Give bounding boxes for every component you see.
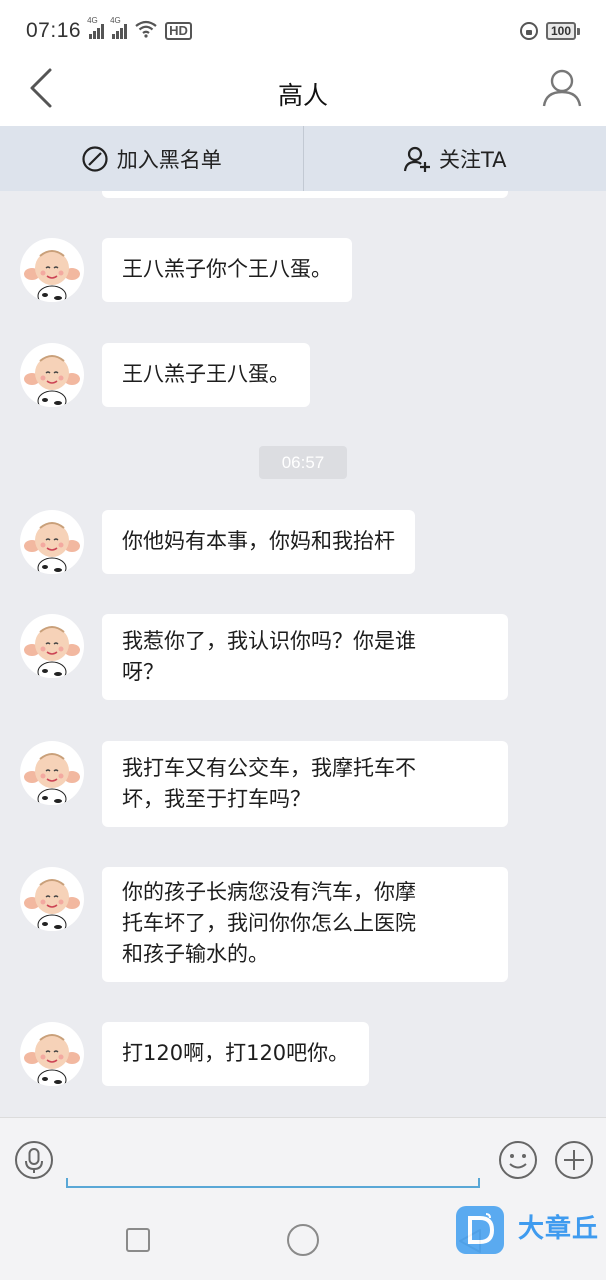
- message-bubble[interactable]: 我打车又有公交车，我摩托车不 坏，我至于打车吗？: [102, 741, 508, 827]
- follow-button[interactable]: 关注TA: [304, 126, 606, 191]
- avatar[interactable]: [20, 510, 84, 574]
- home-button[interactable]: [287, 1224, 319, 1256]
- chat-area[interactable]: 王八羔子你个王八蛋。 王八羔子王八蛋。 06:57 你他妈有本事，你妈和我抬杆 …: [0, 191, 606, 1117]
- avatar[interactable]: [20, 343, 84, 407]
- user-icon: [542, 69, 582, 107]
- rotation-lock-icon: [519, 22, 538, 40]
- network-type-label: 4G: [87, 16, 98, 25]
- follow-label: 关注TA: [438, 147, 507, 172]
- status-time: 07:16: [26, 19, 82, 42]
- avatar[interactable]: [20, 1022, 84, 1086]
- page-title: 高人: [277, 81, 328, 110]
- message-bubble[interactable]: 你他妈有本事，你妈和我抬杆: [102, 510, 415, 574]
- message-text: 我惹你了，我认识你吗？你是谁 呀？: [122, 629, 416, 684]
- action-bar: 加入黑名单 关注TA: [0, 126, 606, 191]
- previous-message-bubble: [102, 191, 508, 198]
- cartoon-avatar-icon: [24, 522, 80, 574]
- battery-level: 100: [545, 22, 576, 40]
- cartoon-avatar-icon: [24, 355, 80, 407]
- time-separator: 06:57: [259, 446, 347, 479]
- hd-voice-icon: HD: [165, 22, 192, 40]
- watermark: 大章丘: [456, 1206, 602, 1258]
- message-text: 打120啊，打120吧你。: [122, 1041, 350, 1065]
- blacklist-button[interactable]: 加入黑名单: [0, 126, 303, 191]
- recent-apps-button[interactable]: [126, 1228, 150, 1252]
- cartoon-avatar-icon: [24, 879, 80, 931]
- microphone-icon: [15, 1141, 53, 1179]
- avatar[interactable]: [20, 867, 84, 931]
- avatar[interactable]: [20, 741, 84, 805]
- voice-button[interactable]: [14, 1140, 54, 1180]
- message-text: 王八羔子你个王八蛋。: [122, 257, 332, 281]
- input-bar: [0, 1117, 606, 1200]
- nav-bar: 高人: [0, 62, 606, 126]
- message-text: 你的孩子长病您没有汽车，你摩 托车坏了，我问你你怎么上医院 和孩子输水的。: [122, 880, 416, 966]
- status-left: 07:16 4G 4G HD: [26, 16, 192, 43]
- back-button[interactable]: [22, 66, 66, 110]
- blacklist-label: 加入黑名单: [116, 147, 222, 172]
- more-button[interactable]: [554, 1140, 594, 1180]
- avatar[interactable]: [20, 614, 84, 678]
- status-right: 100: [519, 22, 580, 40]
- message-text: 王八羔子王八蛋。: [122, 362, 290, 386]
- plus-icon: [555, 1141, 593, 1179]
- message-bubble[interactable]: 打120啊，打120吧你。: [102, 1022, 370, 1086]
- smiley-icon: [499, 1141, 537, 1179]
- cartoon-avatar-icon: [24, 1034, 80, 1086]
- watermark-text: 大章丘: [518, 1214, 600, 1244]
- message-text: 你他妈有本事，你妈和我抬杆: [122, 529, 395, 553]
- signal-icon: 4G: [87, 16, 105, 39]
- message-bubble[interactable]: 你的孩子长病您没有汽车，你摩 托车坏了，我问你你怎么上医院 和孩子输水的。: [102, 867, 508, 982]
- status-bar: 07:16 4G 4G HD 100: [0, 0, 606, 62]
- battery-icon: 100: [545, 22, 580, 40]
- wifi-icon: [135, 20, 157, 43]
- message-bubble[interactable]: 王八羔子王八蛋。: [102, 343, 310, 407]
- input-underline-cap-left: [66, 1178, 68, 1188]
- profile-button[interactable]: [538, 64, 586, 112]
- emoji-button[interactable]: [498, 1140, 538, 1180]
- cartoon-avatar-icon: [24, 250, 80, 302]
- add-user-icon: [403, 146, 430, 172]
- cartoon-avatar-icon: [24, 626, 80, 678]
- cartoon-avatar-icon: [24, 753, 80, 805]
- network-type-label-2: 4G: [110, 16, 121, 25]
- signal-icon-2: 4G: [110, 16, 128, 39]
- message-text: 我打车又有公交车，我摩托车不 坏，我至于打车吗？: [122, 756, 416, 811]
- message-input[interactable]: [66, 1144, 480, 1188]
- message-bubble[interactable]: 我惹你了，我认识你吗？你是谁 呀？: [102, 614, 508, 700]
- input-underline-cap-right: [478, 1178, 480, 1188]
- chevron-left-icon: [30, 68, 52, 108]
- block-icon: [82, 145, 108, 172]
- watermark-logo-icon: [456, 1206, 504, 1254]
- avatar[interactable]: [20, 238, 84, 302]
- message-bubble[interactable]: 王八羔子你个王八蛋。: [102, 238, 352, 302]
